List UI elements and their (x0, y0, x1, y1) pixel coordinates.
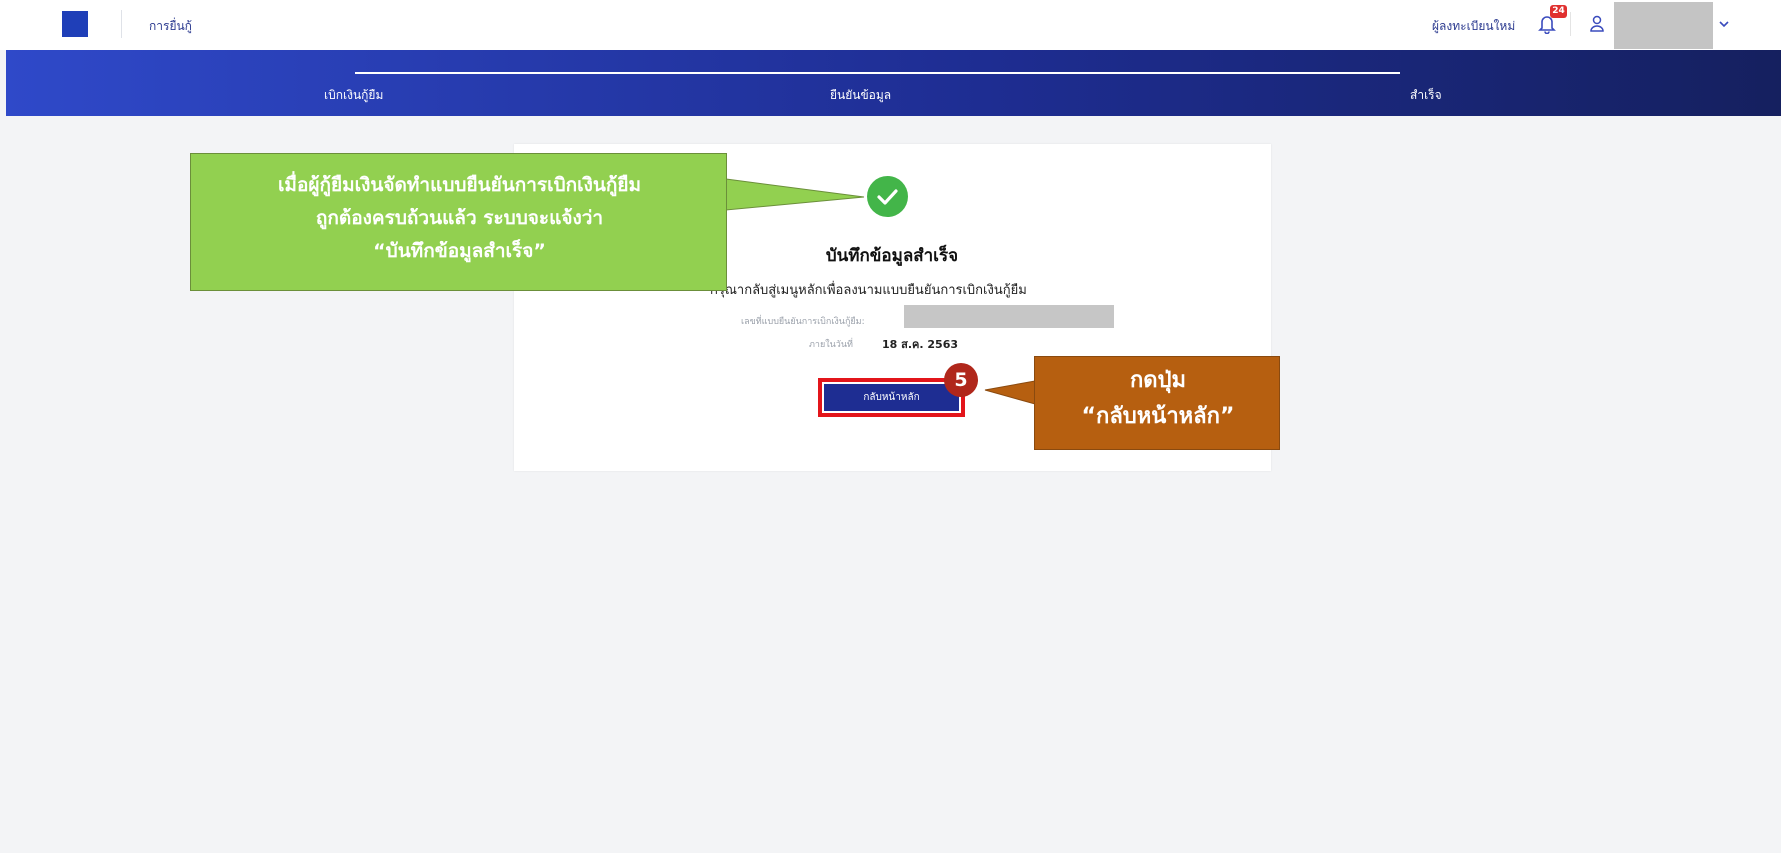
callout-green: เมื่อผู้กู้ยืมเงินจัดทำแบบยืนยันการเบิกเ… (190, 153, 727, 291)
callout-green-line: “บันทึกข้อมูลสำเร็จ” (373, 240, 546, 262)
callout-green-line: เมื่อผู้กู้ยืมเงินจัดทำแบบยืนยันการเบิกเ… (277, 174, 642, 196)
callout-green-line: ถูกต้องครบถ้วนแล้ว ระบบจะแจ้งว่า (315, 207, 604, 229)
callout-orange: กดปุ่ม “กลับหน้าหลัก” (1034, 356, 1280, 450)
callout-orange-line: กดปุ่ม (1129, 368, 1187, 393)
annotation-arrows (725, 178, 1036, 405)
step-number-badge: 5 (944, 363, 978, 397)
callout-orange-line: “กลับหน้าหลัก” (1081, 404, 1235, 429)
page: การยื่นกู้ ผู้ลงทะเบียนใหม่ 24 เบิกเงินก… (0, 0, 1781, 853)
